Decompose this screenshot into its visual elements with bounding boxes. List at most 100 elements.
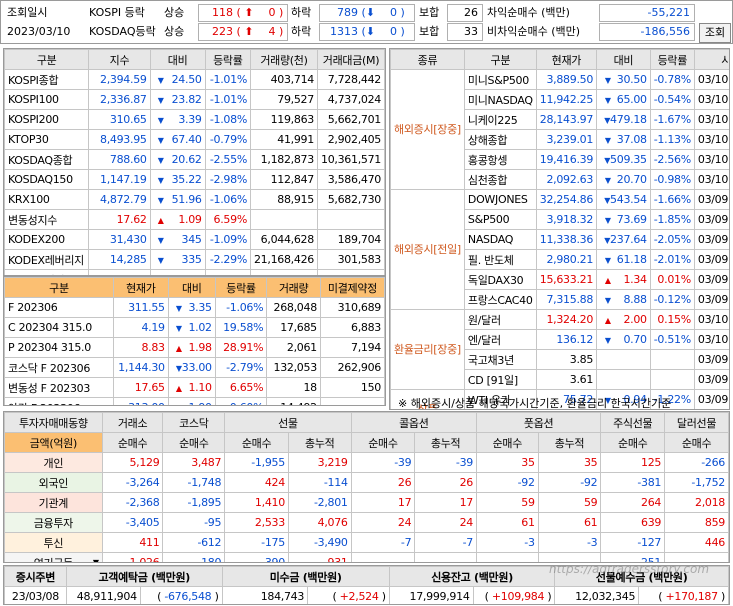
futures-change: ▲ 1.10 bbox=[167, 377, 216, 398]
world-date: 03/10 bbox=[697, 173, 729, 186]
investor-group-header: 주식선물 bbox=[600, 412, 666, 433]
index-name: KTOP30 bbox=[4, 129, 90, 150]
down-arrow-icon: ⬇ bbox=[365, 25, 376, 38]
world-change-value: 65.00 bbox=[616, 93, 647, 106]
chevron-down-icon[interactable]: ▼ bbox=[93, 558, 99, 562]
down-triangle-icon: ▼ bbox=[604, 175, 611, 185]
investor-value: -175 bbox=[224, 532, 289, 553]
down-triangle-icon: ▼ bbox=[604, 255, 611, 265]
investor-name: 금융투자 bbox=[4, 512, 103, 533]
investor-value: -1,895 bbox=[162, 492, 226, 513]
down-triangle-icon: ▼ bbox=[604, 235, 611, 245]
index-change: ▼ 335 bbox=[149, 249, 206, 270]
world-date: 03/09 bbox=[697, 253, 729, 266]
index-row: KOSDAQ150 1,147.19 ▼ 35.22 -2.98% 112,847 3,58… bbox=[4, 169, 385, 190]
world-change-value: 509.35 bbox=[610, 153, 647, 166]
futures-name: 코스닥 F 202306 bbox=[4, 357, 114, 378]
down-triangle-icon: ▼ bbox=[157, 195, 164, 205]
funds-change-value: -676,548 bbox=[164, 590, 212, 603]
up-count-box: 223 ( ⬆ 4 ) bbox=[198, 23, 288, 41]
query-button[interactable]: 조회 bbox=[699, 23, 731, 43]
world-rate: -0.98% bbox=[649, 169, 695, 190]
world-price: 3,918.32 bbox=[535, 209, 598, 230]
world-price: 2,092.63 bbox=[535, 169, 598, 190]
funds-value: 12,032,345 bbox=[554, 586, 640, 604]
index-row: KODEX레버리지 14,285 ▼ 335 -2.29% 21,168,426 301,5… bbox=[4, 249, 385, 270]
world-change: ▼ 0.70 bbox=[596, 329, 651, 350]
world-col-header: 종류 bbox=[390, 49, 465, 70]
down-delta: 0 bbox=[390, 25, 398, 38]
world-name: 프랑스CAC40 bbox=[463, 289, 537, 310]
down-triangle-icon: ▼ bbox=[157, 175, 164, 185]
world-rate: -1.67% bbox=[649, 109, 695, 130]
world-name: DOWJONES bbox=[463, 189, 537, 210]
index-amount: 5,682,730 bbox=[316, 189, 385, 210]
funds-change: ( +170,187 ) bbox=[638, 586, 729, 604]
index-change-value: 3.39 bbox=[178, 113, 202, 126]
world-rate bbox=[649, 369, 695, 390]
world-col-header: 시간 bbox=[693, 49, 729, 70]
world-price: 1,834.60 bbox=[536, 410, 596, 411]
index-rate: -2.98% bbox=[204, 169, 251, 190]
index-change: ▼ 20.62 bbox=[149, 149, 206, 170]
investor-value: -7 bbox=[414, 532, 477, 553]
index-name: KOSDAQ종합 bbox=[4, 149, 90, 170]
investor-name: 투신 bbox=[4, 532, 103, 553]
futures-change-value: 1.02 bbox=[188, 321, 212, 334]
investor-name[interactable]: 연기금등 ▼ bbox=[4, 552, 103, 562]
flat-count: 26 bbox=[447, 4, 483, 22]
investor-value: 59 bbox=[475, 492, 539, 513]
up-label: 상승 bbox=[164, 25, 185, 38]
world-time: 03/1015:30 bbox=[693, 69, 729, 90]
index-name: 변동성지수 bbox=[4, 209, 90, 230]
investor-row: 기관계 -2,368 -1,895 1,410 -2,801 17 17 59 59 264 2,0… bbox=[4, 492, 729, 513]
index-volume: 21,168,426 bbox=[249, 249, 318, 270]
world-time: 03/0916:00 bbox=[693, 389, 729, 409]
futures-name: P 202304 315.0 bbox=[4, 337, 114, 358]
world-name: 상해종합 bbox=[463, 129, 537, 150]
investor-value: -114 bbox=[287, 472, 352, 493]
index-change-value: 51.96 bbox=[171, 193, 202, 206]
funds-change: ( +109,984 ) bbox=[472, 586, 556, 604]
investor-row: 개인 5,129 3,487 -1,955 3,219 -39 -39 35 35 125 -266 bbox=[4, 452, 729, 473]
futures-col-header: 등락률 bbox=[214, 277, 268, 298]
futures-volume: 14,492 bbox=[266, 397, 321, 405]
world-table: 종류구분현재가대비등락률시간 해외증시[장중]미니S&P5003,889.50▼… bbox=[390, 49, 729, 411]
world-price: 15,633.21 bbox=[535, 269, 598, 290]
futures-price: 1,144.30 bbox=[112, 357, 169, 378]
futures-col-header: 거래량 bbox=[266, 277, 321, 298]
investor-value: -2,368 bbox=[101, 492, 164, 513]
index-volume: 112,847 bbox=[249, 169, 318, 190]
down-triangle-icon: ▼ bbox=[175, 323, 182, 333]
investor-value: 1,026 bbox=[101, 552, 164, 562]
up-label: 상승 bbox=[164, 6, 185, 19]
world-change-value: 61.18 bbox=[616, 253, 647, 266]
up-count-box: 118 ( ⬆ 0 ) bbox=[198, 4, 288, 22]
index-change: ▼ 67.40 bbox=[149, 129, 206, 150]
futures-col-header: 미결제약정 bbox=[319, 277, 385, 298]
world-date: 03/10 bbox=[697, 113, 729, 126]
investor-value: -180 bbox=[162, 552, 226, 562]
funds-col-header: 미수금 (백만원) bbox=[221, 566, 390, 587]
world-col-header: 현재가 bbox=[535, 49, 598, 70]
world-rate: -1.85% bbox=[649, 209, 695, 230]
investor-value: -3,405 bbox=[101, 512, 164, 533]
world-time: 03/0916:00 bbox=[693, 269, 729, 290]
index-change: ▼ 3.39 bbox=[149, 109, 206, 130]
index-change: ▲ 1.09 bbox=[149, 209, 206, 230]
world-change: ▲ 2.00 bbox=[596, 309, 651, 330]
world-time: 03/0916:15 bbox=[693, 249, 729, 270]
world-date: 03/10 bbox=[697, 73, 729, 86]
investor-value: 639 bbox=[600, 512, 666, 533]
down-label: 하락 bbox=[291, 6, 312, 19]
down-triangle-icon: ▼ bbox=[604, 135, 611, 145]
index-col-header: 지수 bbox=[88, 49, 151, 70]
investor-value: 4,076 bbox=[287, 512, 352, 533]
world-row: 해외증시[장중] 미니S&P500 3,889.50 ▼ 30.50 -0.78% 03/1… bbox=[390, 69, 729, 190]
up-arrow-icon: ⬆ bbox=[240, 6, 254, 19]
world-change-value: 237.64 bbox=[610, 233, 647, 246]
world-name: 니케이225 bbox=[463, 109, 537, 130]
world-rate: 0.01% bbox=[649, 269, 695, 290]
world-name: NASDAQ bbox=[463, 229, 537, 250]
index-volume: 403,714 bbox=[249, 69, 318, 90]
